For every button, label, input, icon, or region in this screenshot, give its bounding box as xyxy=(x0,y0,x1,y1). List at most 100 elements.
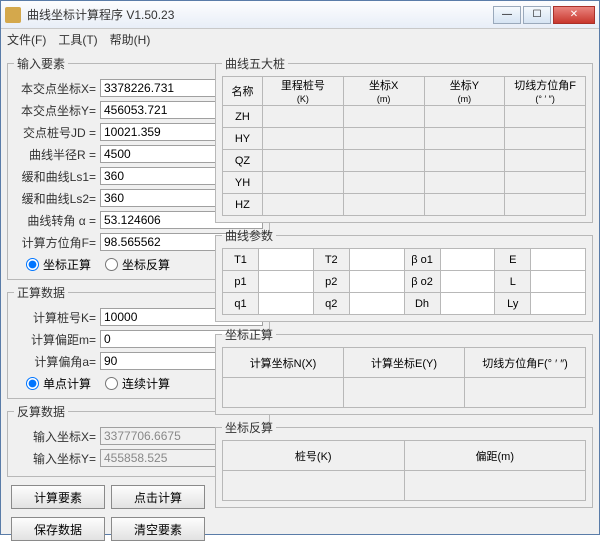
clear-elements-button[interactable]: 清空要素 xyxy=(111,517,205,541)
fs-table: 桩号(K) 偏距(m) xyxy=(222,440,586,501)
zs-val3 xyxy=(465,378,586,408)
param-value xyxy=(440,271,495,293)
menu-help[interactable]: 帮助(H) xyxy=(110,31,151,49)
left-column: 输入要素 本交点坐标X= 本交点坐标Y= 交点桩号JD = 曲线半径R = 缓和… xyxy=(7,55,209,541)
col-x: 坐标X(m) xyxy=(343,77,424,106)
window-controls: — ☐ ✕ xyxy=(491,6,595,24)
titlebar: 曲线坐标计算程序 V1.50.23 — ☐ ✕ xyxy=(1,1,599,29)
five-piles-legend: 曲线五大桩 xyxy=(222,55,288,72)
label-rx: 输入坐标X= xyxy=(14,428,100,445)
radio-reverse[interactable]: 坐标反算 xyxy=(105,256,170,273)
param-label: q1 xyxy=(223,293,259,315)
window-title: 曲线坐标计算程序 V1.50.23 xyxy=(27,6,491,23)
zs-col3: 切线方位角F(° ′ ″) xyxy=(465,348,586,378)
param-value xyxy=(349,249,404,271)
zs-table: 计算坐标N(X) 计算坐标E(Y) 切线方位角F(° ′ ″) xyxy=(222,347,586,408)
col-f: 切线方位角F(° ′ ″) xyxy=(505,77,586,106)
param-label: p2 xyxy=(313,271,349,293)
param-label: β o1 xyxy=(404,249,440,271)
table-row: ZH xyxy=(223,106,586,128)
reverse-legend: 反算数据 xyxy=(14,403,68,420)
params-legend: 曲线参数 xyxy=(222,227,276,244)
minimize-button[interactable]: — xyxy=(493,6,521,24)
zs-val1 xyxy=(223,378,344,408)
col-y: 坐标Y(m) xyxy=(424,77,505,106)
close-button[interactable]: ✕ xyxy=(553,6,595,24)
param-value xyxy=(531,293,586,315)
app-window: 曲线坐标计算程序 V1.50.23 — ☐ ✕ 文件(F) 工具(T) 帮助(H… xyxy=(0,0,600,535)
label-x: 本交点坐标X= xyxy=(14,80,100,97)
label-k: 计算桩号K= xyxy=(14,309,100,326)
maximize-button[interactable]: ☐ xyxy=(523,6,551,24)
label-m: 计算偏距m= xyxy=(14,331,100,348)
fs-val1 xyxy=(223,471,405,501)
radio-continuous[interactable]: 连续计算 xyxy=(105,375,170,392)
table-row: QZ xyxy=(223,150,586,172)
reverse-result-group: 坐标反算 桩号(K) 偏距(m) xyxy=(215,419,593,508)
five-piles-group: 曲线五大桩 名称 里程桩号(K) 坐标X(m) 坐标Y(m) 切线方位角F(° … xyxy=(215,55,593,223)
label-ry: 输入坐标Y= xyxy=(14,450,100,467)
input-legend: 输入要素 xyxy=(14,55,68,72)
table-row: q1q2DhLy xyxy=(223,293,586,315)
table-row: HZ xyxy=(223,194,586,216)
app-icon xyxy=(5,7,21,23)
label-jd: 交点桩号JD = xyxy=(14,124,100,141)
params-table: T1T2β o1Ep1p2β o2Lq1q2DhLy xyxy=(222,248,586,315)
five-piles-table: 名称 里程桩号(K) 坐标X(m) 坐标Y(m) 切线方位角F(° ′ ″) Z… xyxy=(222,76,586,216)
content-area: 输入要素 本交点坐标X= 本交点坐标Y= 交点桩号JD = 曲线半径R = 缓和… xyxy=(1,51,599,545)
param-value xyxy=(259,293,314,315)
table-row: p1 p2 β o2 L xyxy=(223,271,586,293)
param-value xyxy=(349,271,404,293)
zs-legend: 坐标正算 xyxy=(222,326,276,343)
curve-params-group: 曲线参数 T1T2β o1Ep1p2β o2Lq1q2DhLy xyxy=(215,227,593,322)
param-value xyxy=(259,249,314,271)
table-row: YH xyxy=(223,172,586,194)
label-ls2: 缓和曲线Ls2= xyxy=(14,190,100,207)
fs-legend: 坐标反算 xyxy=(222,419,276,436)
param-label: T1 xyxy=(223,249,259,271)
pile-name: HZ xyxy=(223,194,263,216)
param-label: Ly xyxy=(495,293,531,315)
menu-file[interactable]: 文件(F) xyxy=(7,31,46,49)
label-r: 曲线半径R = xyxy=(14,146,100,163)
button-row-2: 保存数据 清空要素 xyxy=(7,517,209,541)
fs-col1: 桩号(K) xyxy=(223,441,405,471)
col-mileage: 里程桩号(K) xyxy=(263,77,344,106)
zs-val2 xyxy=(344,378,465,408)
param-label: q2 xyxy=(313,293,349,315)
pile-name: YH xyxy=(223,172,263,194)
param-value xyxy=(531,249,586,271)
param-label: L xyxy=(495,271,531,293)
button-row-1: 计算要素 点击计算 xyxy=(7,485,209,509)
label-alpha: 曲线转角 α = xyxy=(14,212,100,229)
radio-single[interactable]: 单点计算 xyxy=(26,375,91,392)
pile-name: HY xyxy=(223,128,263,150)
label-ls1: 缓和曲线Ls1= xyxy=(14,168,100,185)
pile-name: QZ xyxy=(223,150,263,172)
param-value xyxy=(440,249,495,271)
click-calc-button[interactable]: 点击计算 xyxy=(111,485,205,509)
table-row: HY xyxy=(223,128,586,150)
param-value xyxy=(440,293,495,315)
label-f: 计算方位角F= xyxy=(14,234,100,251)
save-data-button[interactable]: 保存数据 xyxy=(11,517,105,541)
param-value xyxy=(349,293,404,315)
param-label: T2 xyxy=(313,249,349,271)
param-value xyxy=(531,271,586,293)
table-row: T1 T2 β o1 E xyxy=(223,249,586,271)
pile-name: ZH xyxy=(223,106,263,128)
fs-val2 xyxy=(404,471,586,501)
forward-legend: 正算数据 xyxy=(14,284,68,301)
menubar: 文件(F) 工具(T) 帮助(H) xyxy=(1,29,599,51)
param-label: E xyxy=(495,249,531,271)
zs-col2: 计算坐标E(Y) xyxy=(344,348,465,378)
label-y: 本交点坐标Y= xyxy=(14,102,100,119)
param-label: p1 xyxy=(223,271,259,293)
param-label: β o2 xyxy=(404,271,440,293)
col-name: 名称 xyxy=(223,77,263,106)
label-a: 计算偏角a= xyxy=(14,353,100,370)
param-value xyxy=(259,271,314,293)
radio-forward[interactable]: 坐标正算 xyxy=(26,256,91,273)
calc-elements-button[interactable]: 计算要素 xyxy=(11,485,105,509)
menu-tools[interactable]: 工具(T) xyxy=(58,31,97,49)
